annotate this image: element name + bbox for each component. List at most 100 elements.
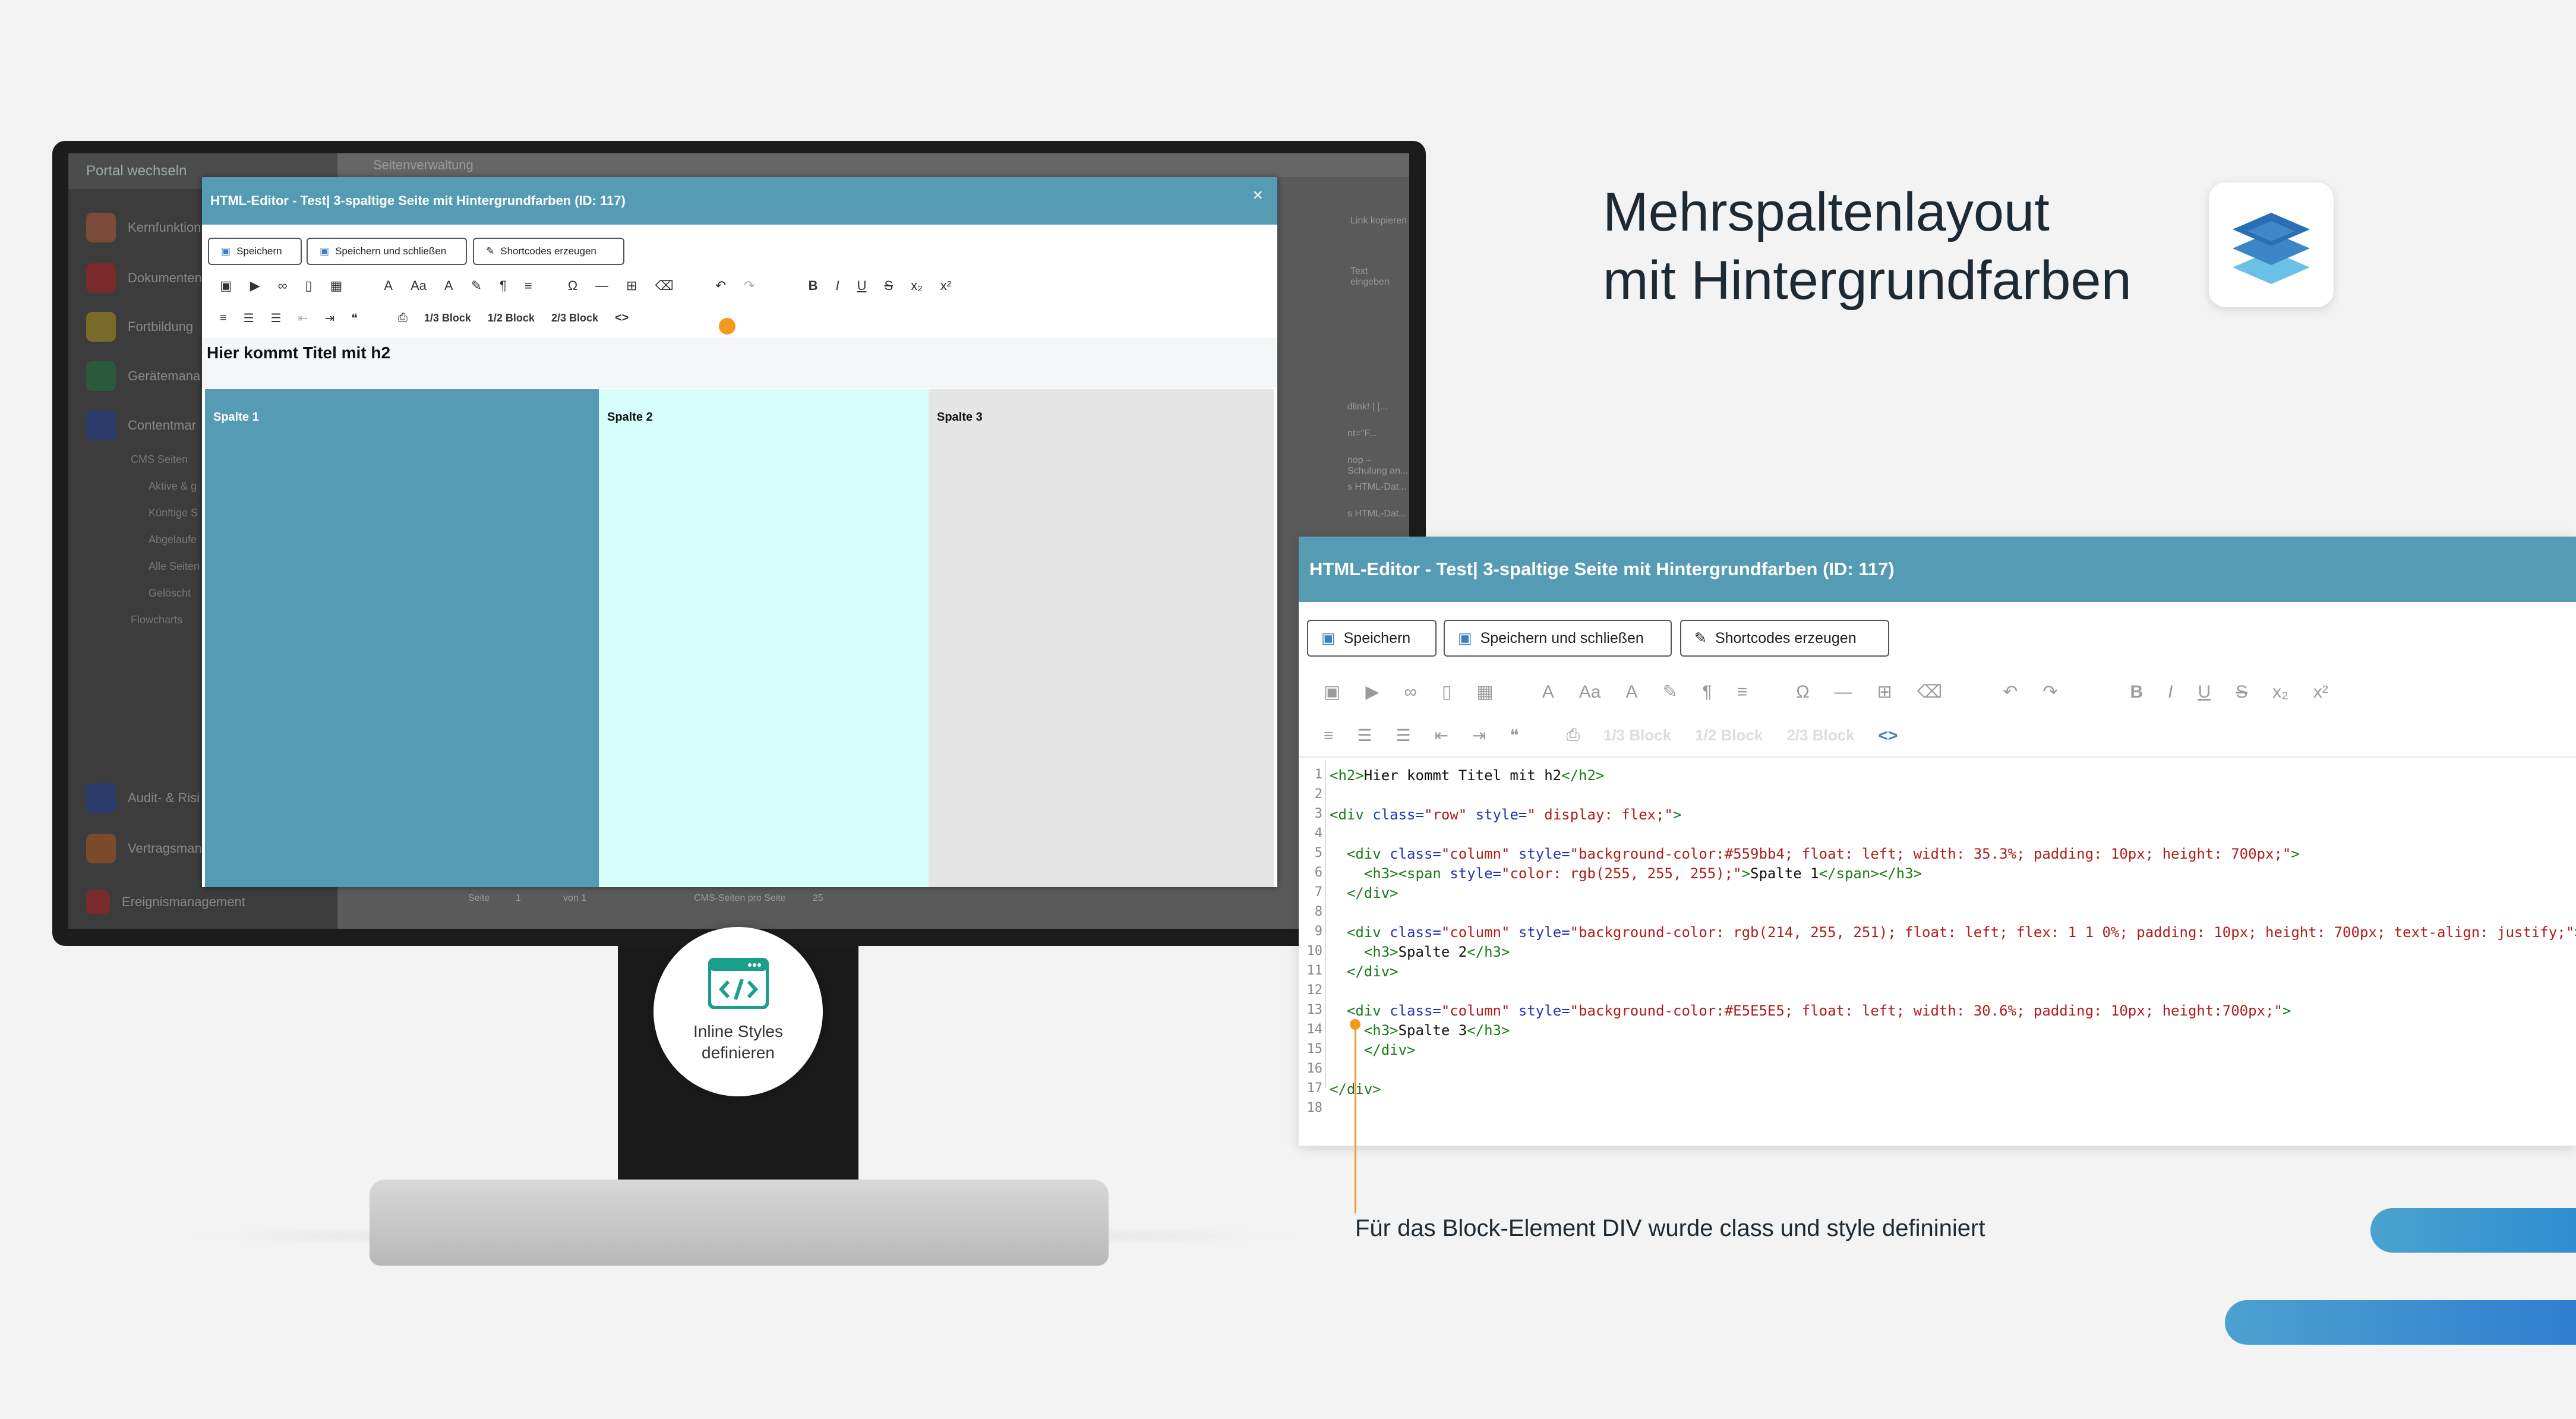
ordered-list-icon[interactable]: ☰ (1357, 726, 1372, 745)
pager-page-number[interactable]: 1 (516, 893, 521, 904)
link-icon[interactable]: ∞ (1404, 682, 1416, 702)
superscript-icon[interactable]: x² (940, 278, 951, 294)
block-1-2-button[interactable]: 1/2 Block (1695, 726, 1763, 745)
video-icon[interactable]: ▶ (250, 278, 260, 294)
video-icon[interactable]: ▶ (1365, 682, 1379, 702)
toolbar-row-1: ▣ ▶ ∞ ▯ ▦ A Aa A ✎ ¶ ≡ Ω — ⊞ ⌫ ↶ ↷ B I U Sx₂ x² (220, 278, 951, 294)
print-icon[interactable]: ⎙ (1567, 726, 1580, 745)
file-icon[interactable]: ▯ (1442, 682, 1452, 702)
save-button[interactable]: ▣ Speichern (208, 238, 302, 265)
line-height-icon[interactable]: ≡ (525, 278, 532, 294)
pager-per-page[interactable]: 25 (813, 893, 823, 904)
superscript-icon[interactable]: x² (2313, 682, 2328, 702)
tree-item[interactable]: Aktive & g (149, 480, 197, 493)
font-size-icon[interactable]: Aa (1579, 682, 1601, 702)
tree-item[interactable]: Gelöscht (149, 587, 191, 600)
indent-icon[interactable]: ⇥ (324, 311, 334, 326)
bold-icon[interactable]: B (2130, 682, 2143, 702)
undo-icon[interactable]: ↶ (715, 278, 726, 294)
shortcodes-button[interactable]: ✎ Shortcodes erzeugen (473, 238, 624, 265)
redo-icon[interactable]: ↷ (744, 278, 755, 294)
column-1[interactable]: Spalte 1 (205, 389, 599, 887)
underline-icon[interactable]: U (2198, 682, 2211, 702)
link-icon[interactable]: ∞ (278, 278, 288, 294)
italic-icon[interactable]: I (2168, 682, 2173, 702)
omega-icon[interactable]: Ω (568, 278, 577, 294)
file-icon[interactable]: ▯ (305, 278, 312, 294)
underline-icon[interactable]: U (857, 278, 867, 294)
sidebar-item-fortbildung[interactable]: Fortbildung (86, 312, 193, 342)
save-close-button[interactable]: ▣ Speichern und schließen (307, 238, 467, 265)
bold-icon[interactable]: B (809, 278, 818, 294)
brush-icon[interactable]: ✎ (471, 278, 482, 294)
tree-item[interactable]: CMS Seiten (131, 453, 188, 466)
table-icon[interactable]: ▦ (1476, 682, 1493, 702)
tree-item[interactable]: Abgelaufe (149, 534, 197, 546)
code-area[interactable]: 1 2 3 4 5 6 7 8 9 10 11 12 13 14 15 16 1… (1299, 761, 2576, 1115)
outdent-icon[interactable]: ⇤ (1435, 726, 1448, 745)
ordered-list-icon[interactable]: ☰ (244, 311, 254, 326)
content-heading[interactable]: Hier kommt Titel mit h2 (207, 343, 390, 362)
clear-format-icon[interactable]: ⌫ (655, 278, 674, 294)
tree-item[interactable]: Flowcharts (131, 614, 182, 626)
code-view-toggle[interactable]: <> (615, 311, 629, 325)
paragraph-icon[interactable]: ¶ (1703, 682, 1712, 702)
code-view-toggle[interactable]: <> (1879, 726, 1898, 745)
block-1-3-button[interactable]: 1/3 Block (1603, 726, 1671, 745)
tree-item[interactable]: Alle Seiten (149, 560, 200, 573)
sidebar-item-audit[interactable]: Audit- & Risi (86, 783, 200, 813)
print-icon[interactable]: ⎙ (398, 311, 408, 325)
paragraph-icon[interactable]: ¶ (500, 278, 507, 294)
unordered-list-icon[interactable]: ☰ (271, 311, 282, 326)
select-icon[interactable]: ⊞ (1877, 682, 1892, 702)
sidebar-item-dokumente[interactable]: Dokumenten (86, 263, 202, 293)
align-icon[interactable]: ≡ (1324, 726, 1333, 745)
sidebar-item-kernfunktion[interactable]: Kernfunktion (86, 213, 201, 242)
quote-icon[interactable]: ❝ (1510, 726, 1519, 745)
omega-icon[interactable]: Ω (1796, 682, 1809, 702)
block-1-3-button[interactable]: 1/3 Block (424, 312, 471, 324)
sidebar-item-vertrag[interactable]: Vertragsman (86, 834, 202, 863)
sidebar-item-ereignis[interactable]: Ereignismanagement (86, 890, 245, 914)
block-2-3-button[interactable]: 2/3 Block (551, 312, 598, 324)
italic-icon[interactable]: I (835, 278, 839, 294)
line-height-icon[interactable]: ≡ (1737, 682, 1748, 702)
strike-icon[interactable]: S (885, 278, 894, 294)
brush-icon[interactable]: ✎ (1662, 682, 1677, 702)
quote-icon[interactable]: ❝ (351, 311, 358, 326)
tree-item[interactable]: Künftige S (149, 507, 198, 519)
column-3[interactable]: Spalte 3 (929, 389, 1274, 887)
close-icon[interactable]: × (1252, 185, 1263, 206)
block-1-2-button[interactable]: 1/2 Block (488, 312, 535, 324)
strike-icon[interactable]: S (2236, 682, 2247, 702)
shortcodes-button[interactable]: ✎ Shortcodes erzeugen (1680, 620, 1889, 657)
sidebar-item-geraete[interactable]: Gerätemana (86, 361, 200, 391)
unordered-list-icon[interactable]: ☰ (1396, 726, 1410, 745)
hr-icon[interactable]: — (595, 278, 608, 294)
column-2[interactable]: Spalte 2 (599, 389, 929, 887)
font-size-icon[interactable]: Aa (411, 278, 427, 294)
font-color-icon[interactable]: A (384, 278, 393, 294)
search-field[interactable]: Text eingeben (1350, 266, 1409, 288)
save-close-button[interactable]: ▣ Speichern und schließen (1444, 620, 1672, 657)
save-button[interactable]: ▣ Speichern (1307, 620, 1437, 657)
table-icon[interactable]: ▦ (330, 278, 343, 294)
format-icon[interactable]: A (444, 278, 453, 294)
clear-format-icon[interactable]: ⌫ (1917, 682, 1942, 702)
select-icon[interactable]: ⊞ (626, 278, 637, 294)
sidebar-item-content[interactable]: Contentmar (86, 411, 196, 440)
undo-icon[interactable]: ↶ (2003, 682, 2018, 702)
link-copy-button[interactable]: Link kopieren (1350, 216, 1407, 226)
subscript-icon[interactable]: x₂ (2272, 682, 2288, 702)
hr-icon[interactable]: — (1835, 682, 1852, 702)
block-2-3-button[interactable]: 2/3 Block (1786, 726, 1854, 745)
outdent-icon[interactable]: ⇤ (298, 311, 308, 326)
font-color-icon[interactable]: A (1542, 682, 1554, 702)
image-icon[interactable]: ▣ (1324, 682, 1340, 702)
redo-icon[interactable]: ↷ (2043, 682, 2057, 702)
align-icon[interactable]: ≡ (220, 311, 227, 325)
format-icon[interactable]: A (1625, 682, 1637, 702)
image-icon[interactable]: ▣ (220, 278, 232, 294)
indent-icon[interactable]: ⇥ (1472, 726, 1486, 745)
subscript-icon[interactable]: x₂ (911, 278, 923, 294)
